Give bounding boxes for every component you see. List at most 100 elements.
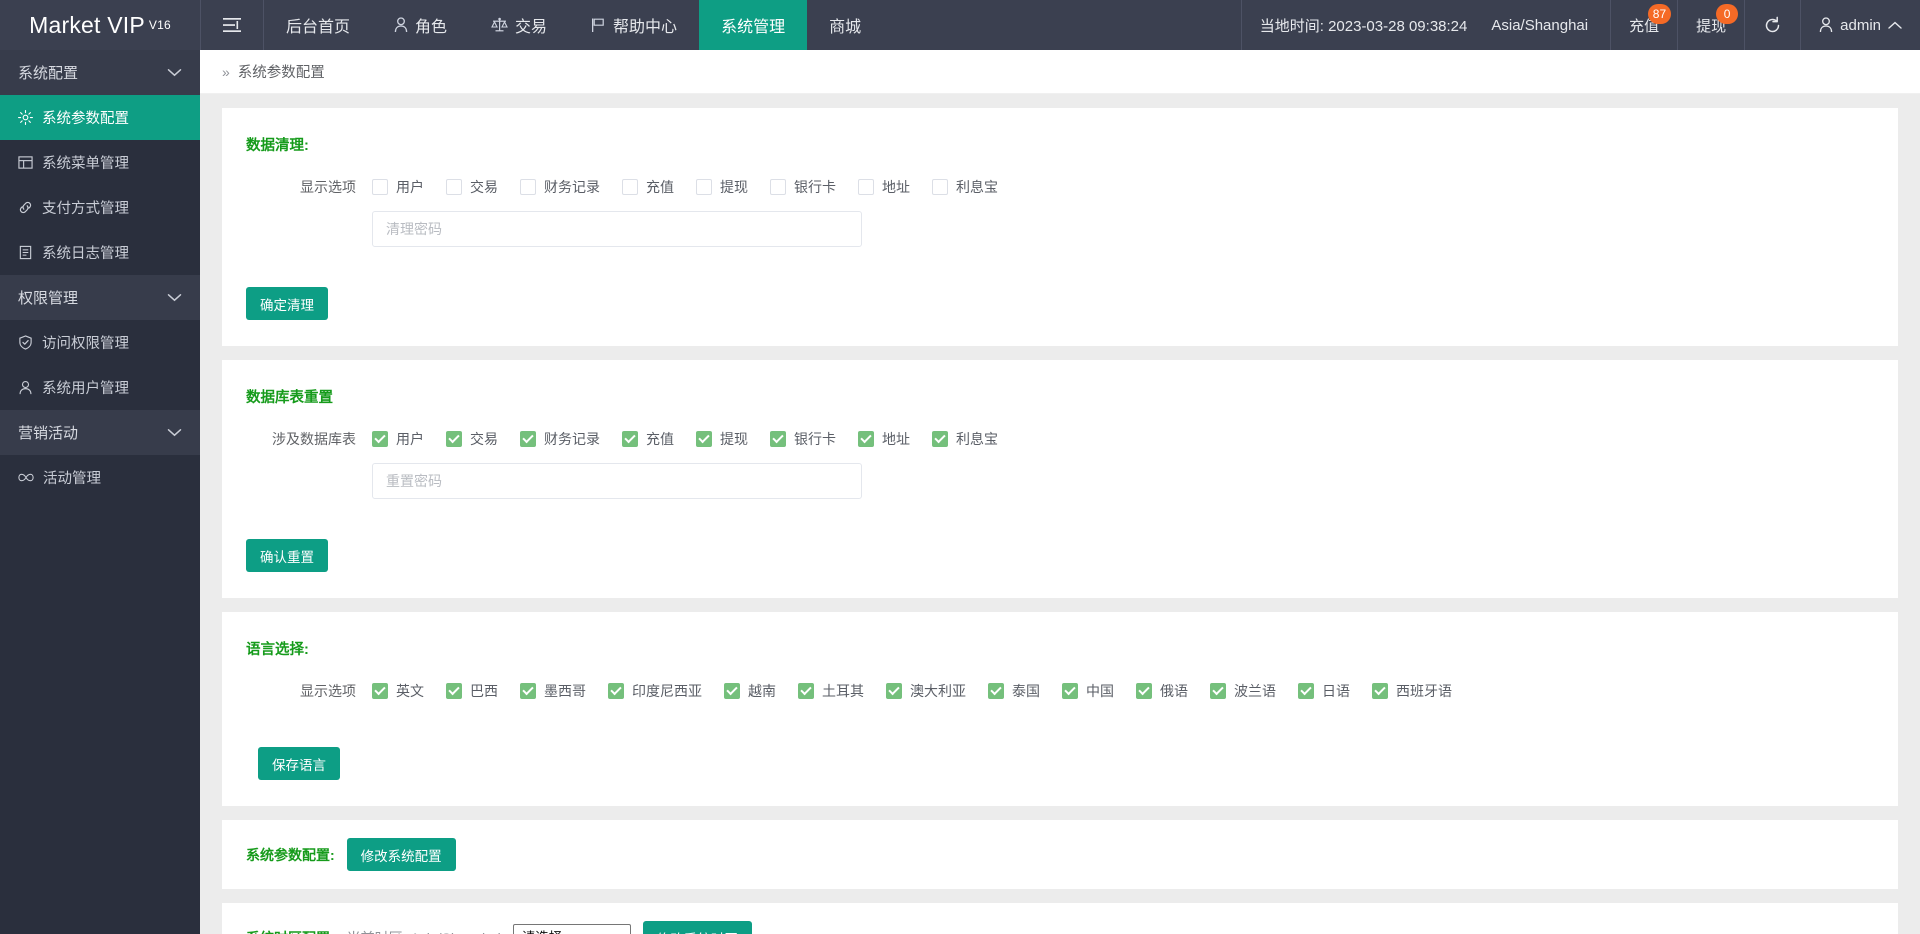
checkbox-label: 提现	[720, 431, 748, 447]
timezone-select[interactable]: 请选择	[512, 923, 631, 934]
modify-system-config-button[interactable]: 修改系统配置	[346, 838, 456, 871]
checkbox-box[interactable]	[932, 431, 948, 447]
checkbox-box[interactable]	[858, 179, 874, 195]
checkbox-box[interactable]	[1298, 683, 1314, 699]
checkbox-user[interactable]: 用户	[372, 429, 424, 449]
checkbox-trade[interactable]: 交易	[446, 177, 498, 197]
checkbox-withdraw[interactable]: 提现	[696, 429, 748, 449]
checkbox-box[interactable]	[622, 431, 638, 447]
data-clean-title: 数据清理:	[246, 138, 309, 154]
checkbox-address[interactable]: 地址	[858, 429, 910, 449]
checkbox-box[interactable]	[446, 431, 462, 447]
checkbox-box[interactable]	[608, 683, 624, 699]
checkbox-china[interactable]: 中国	[1062, 681, 1114, 701]
confirm-reset-button[interactable]: 确认重置	[246, 539, 328, 572]
checkbox-thailand[interactable]: 泰国	[988, 681, 1040, 701]
checkbox-interest-treasure[interactable]: 利息宝	[932, 177, 998, 197]
checkbox-address[interactable]: 地址	[858, 177, 910, 197]
checkbox-trade[interactable]: 交易	[446, 429, 498, 449]
sidebar-group-permissions[interactable]: 权限管理	[0, 275, 200, 320]
database-reset-panel: 数据库表重置 涉及数据库表 用户 交易 财务记录 充值 提现 银行卡 地址 利息…	[222, 360, 1898, 598]
checkbox-box[interactable]	[770, 431, 786, 447]
checkbox-box[interactable]	[932, 179, 948, 195]
checkbox-recharge[interactable]: 充值	[622, 429, 674, 449]
checkbox-polish[interactable]: 波兰语	[1210, 681, 1276, 701]
checkbox-spanish[interactable]: 西班牙语	[1372, 681, 1452, 701]
checkbox-user[interactable]: 用户	[372, 177, 424, 197]
checkbox-box[interactable]	[520, 179, 536, 195]
checkbox-australia[interactable]: 澳大利亚	[886, 681, 966, 701]
nav-label: 后台首页	[286, 19, 351, 36]
checkbox-russian[interactable]: 俄语	[1136, 681, 1188, 701]
withdraw-button[interactable]: 提现 0	[1677, 0, 1744, 50]
checkbox-box[interactable]	[372, 683, 388, 699]
checkbox-box[interactable]	[1062, 683, 1078, 699]
checkbox-indonesia[interactable]: 印度尼西亚	[608, 681, 702, 701]
checkbox-bank-card[interactable]: 银行卡	[770, 429, 836, 449]
checkbox-interest-treasure[interactable]: 利息宝	[932, 429, 998, 449]
modify-system-timezone-button[interactable]: 修改系统时区	[642, 921, 752, 934]
sidebar-item-payment-methods[interactable]: 支付方式管理	[0, 185, 200, 230]
checkbox-turkey[interactable]: 土耳其	[798, 681, 864, 701]
confirm-clean-button[interactable]: 确定清理	[246, 287, 328, 320]
brand-logo[interactable]: Market VIP V16	[0, 0, 200, 50]
shield-check-icon	[19, 335, 32, 350]
checkbox-box[interactable]	[372, 179, 388, 195]
sidebar-item-activity-management[interactable]: 活动管理	[0, 455, 200, 500]
save-language-button[interactable]: 保存语言	[258, 747, 340, 780]
checkbox-brazil[interactable]: 巴西	[446, 681, 498, 701]
checkbox-label: 波兰语	[1234, 683, 1276, 699]
checkbox-box[interactable]	[696, 179, 712, 195]
sidebar-item-access-permissions[interactable]: 访问权限管理	[0, 320, 200, 365]
withdraw-badge: 0	[1716, 4, 1739, 24]
sidebar-toggle-button[interactable]	[201, 0, 263, 50]
checkbox-box[interactable]	[622, 179, 638, 195]
checkbox-vietnam[interactable]: 越南	[724, 681, 776, 701]
checkbox-box[interactable]	[1210, 683, 1226, 699]
checkbox-recharge[interactable]: 充值	[622, 177, 674, 197]
checkbox-box[interactable]	[1136, 683, 1152, 699]
recharge-button[interactable]: 充值 87	[1610, 0, 1677, 50]
checkbox-english[interactable]: 英文	[372, 681, 424, 701]
checkbox-box[interactable]	[988, 683, 1004, 699]
sidebar-group-label: 营销活动	[18, 425, 79, 442]
checkbox-box[interactable]	[372, 431, 388, 447]
refresh-button[interactable]	[1744, 0, 1800, 50]
checkbox-box[interactable]	[520, 431, 536, 447]
checkbox-box[interactable]	[886, 683, 902, 699]
flag-icon	[592, 18, 604, 32]
checkbox-box[interactable]	[446, 179, 462, 195]
checkbox-box[interactable]	[724, 683, 740, 699]
clean-password-input[interactable]	[372, 211, 862, 247]
breadcrumb: » 系统参数配置	[200, 50, 1920, 94]
top-bar-right-section: 当地时间: 2023-03-28 09:38:24 Asia/Shanghai …	[1240, 0, 1920, 50]
sidebar-group-system-config[interactable]: 系统配置	[0, 50, 200, 95]
nav-item-trade[interactable]: 交易	[469, 0, 569, 50]
checkbox-japanese[interactable]: 日语	[1298, 681, 1350, 701]
sidebar-item-system-log[interactable]: 系统日志管理	[0, 230, 200, 275]
sidebar-item-system-params[interactable]: 系统参数配置	[0, 95, 200, 140]
checkbox-withdraw[interactable]: 提现	[696, 177, 748, 197]
nav-item-mall[interactable]: 商城	[807, 0, 883, 50]
checkbox-box[interactable]	[770, 179, 786, 195]
checkbox-box[interactable]	[858, 431, 874, 447]
checkbox-label: 银行卡	[794, 431, 836, 447]
sidebar-item-system-menu[interactable]: 系统菜单管理	[0, 140, 200, 185]
checkbox-finance-record[interactable]: 财务记录	[520, 429, 600, 449]
nav-item-home[interactable]: 后台首页	[264, 0, 372, 50]
checkbox-finance-record[interactable]: 财务记录	[520, 177, 600, 197]
checkbox-box[interactable]	[520, 683, 536, 699]
user-menu-button[interactable]: admin	[1800, 0, 1920, 50]
sidebar-item-system-users[interactable]: 系统用户管理	[0, 365, 200, 410]
checkbox-box[interactable]	[798, 683, 814, 699]
checkbox-mexico[interactable]: 墨西哥	[520, 681, 586, 701]
sidebar-group-marketing[interactable]: 营销活动	[0, 410, 200, 455]
nav-item-help-center[interactable]: 帮助中心	[569, 0, 699, 50]
checkbox-bank-card[interactable]: 银行卡	[770, 177, 836, 197]
nav-item-system-management[interactable]: 系统管理	[699, 0, 808, 50]
reset-password-input[interactable]	[372, 463, 862, 499]
checkbox-box[interactable]	[446, 683, 462, 699]
nav-item-roles[interactable]: 角色	[372, 0, 469, 50]
checkbox-box[interactable]	[1372, 683, 1388, 699]
checkbox-box[interactable]	[696, 431, 712, 447]
